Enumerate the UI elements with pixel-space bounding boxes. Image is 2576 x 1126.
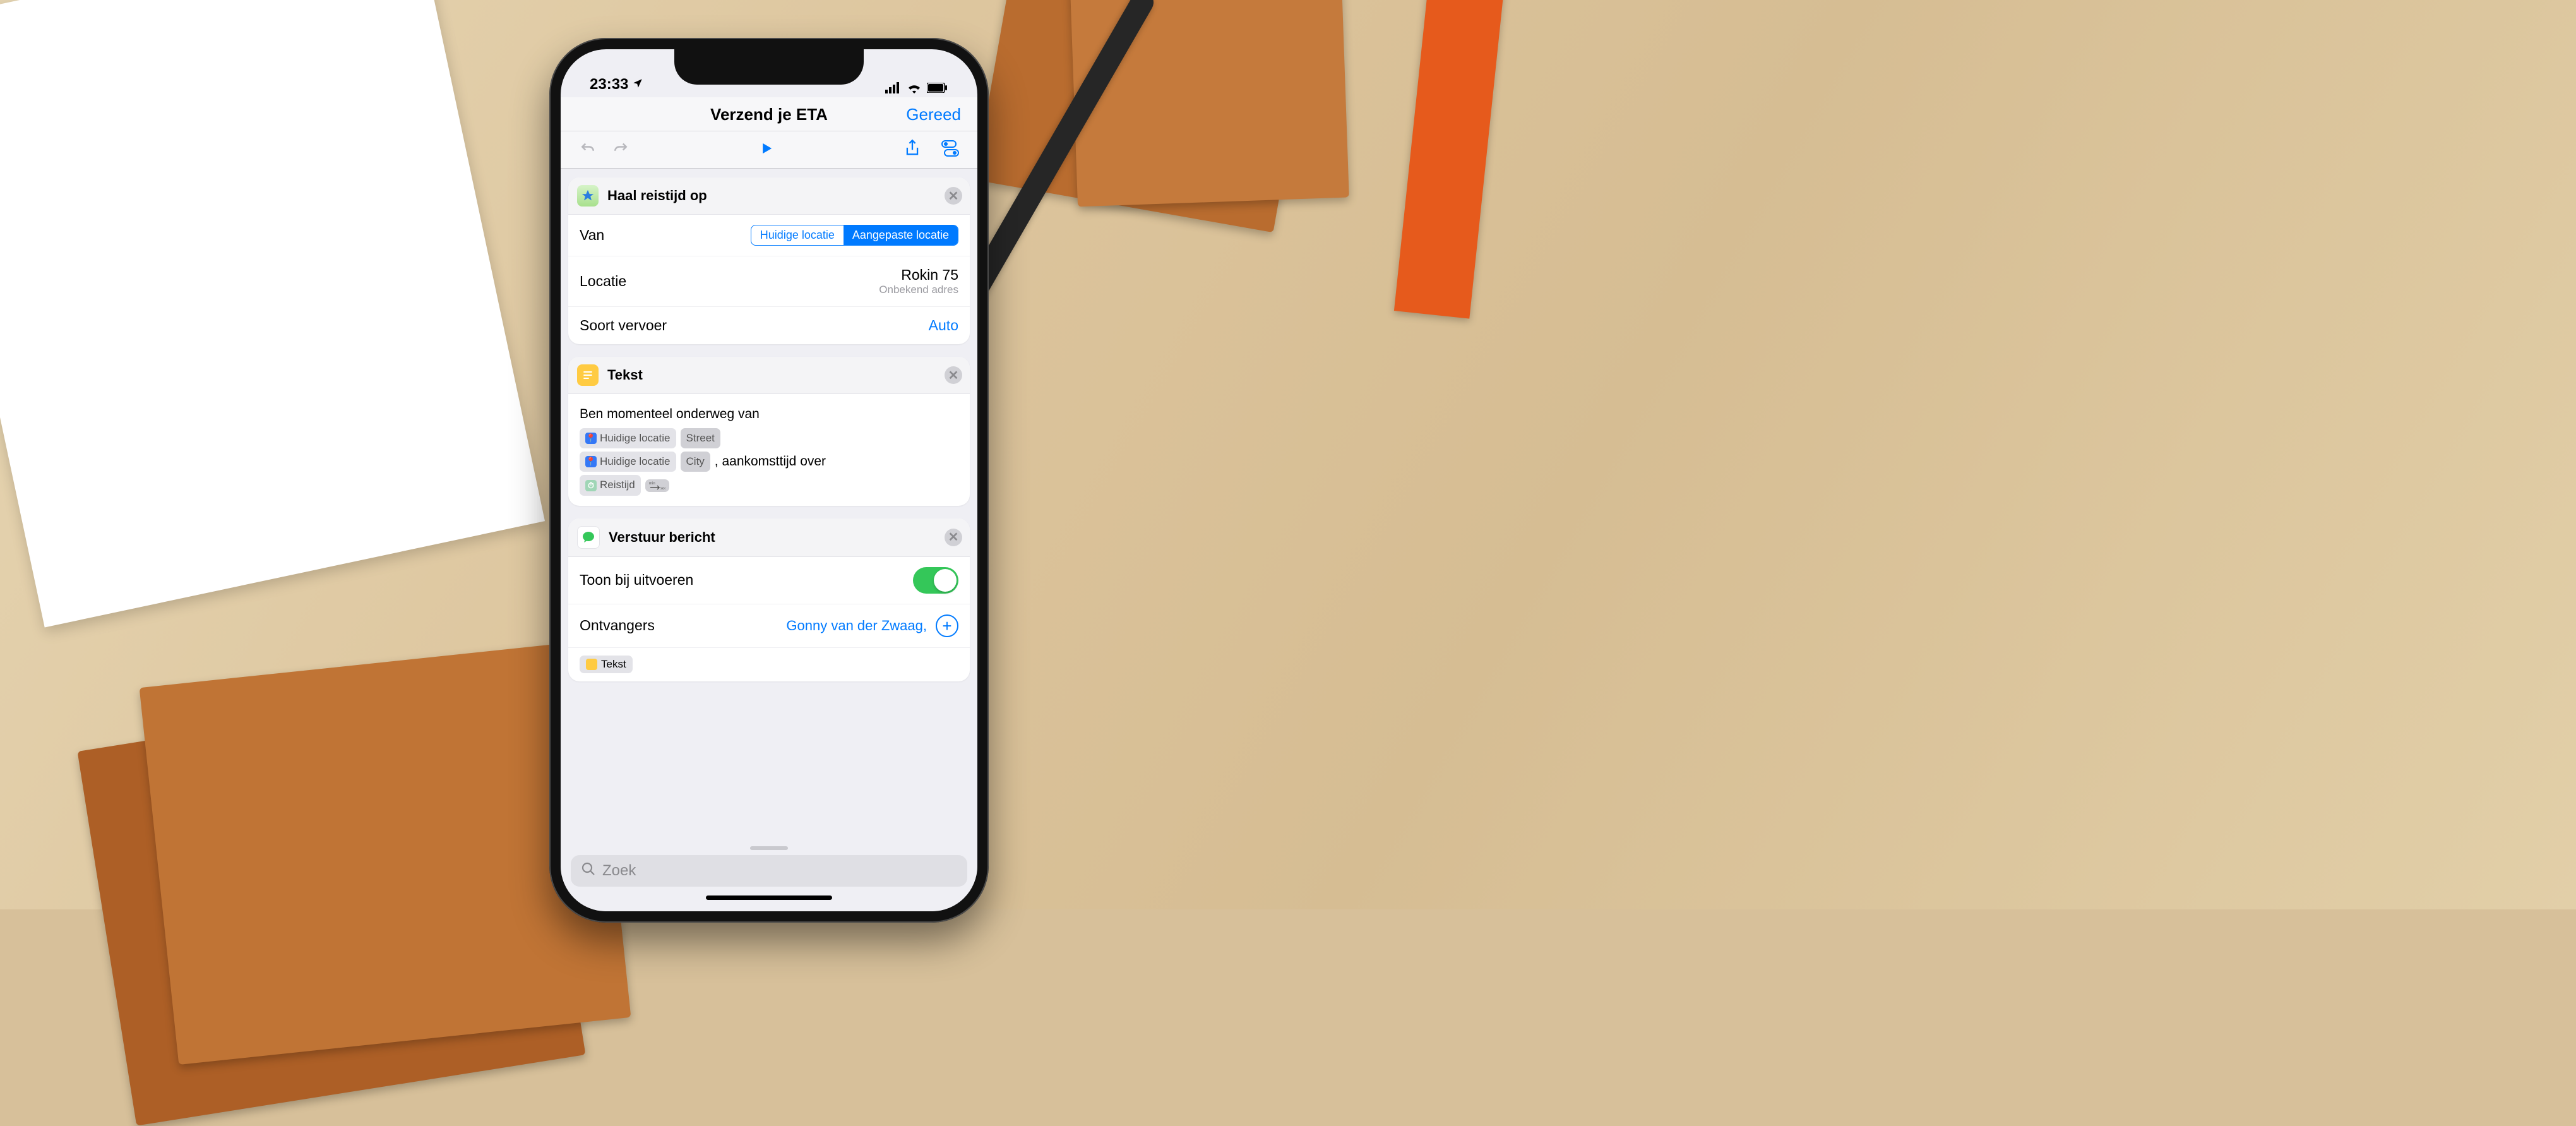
search-icon — [581, 861, 596, 881]
workflow-canvas[interactable]: Haal reistijd op ✕ Van Huidige locatie A… — [561, 169, 977, 840]
segment-custom-location[interactable]: Aangepaste locatie — [844, 225, 958, 245]
battery-icon — [927, 83, 948, 93]
iphone-frame: 23:33 Verzend je ETA Gereed — [549, 38, 989, 923]
transport-label: Soort vervoer — [580, 317, 667, 334]
card-close-button[interactable]: ✕ — [945, 529, 962, 546]
card-title: Haal reistijd op — [607, 188, 707, 204]
recipients-label: Ontvangers — [580, 617, 655, 634]
show-when-run-toggle[interactable] — [913, 567, 958, 594]
location-services-icon — [632, 76, 643, 93]
show-when-run-label: Toon bij uitvoeren — [580, 572, 693, 589]
svg-text:min: min — [649, 482, 655, 486]
card-title: Tekst — [607, 367, 643, 383]
share-button[interactable] — [902, 138, 923, 159]
search-placeholder: Zoek — [602, 862, 636, 880]
wifi-icon — [907, 82, 922, 93]
maps-icon — [577, 185, 599, 207]
home-indicator[interactable] — [706, 895, 832, 900]
text-icon — [577, 364, 599, 386]
play-button[interactable] — [756, 138, 777, 159]
background-leather — [1069, 0, 1349, 207]
message-content-variable[interactable]: Tekst — [580, 656, 633, 673]
screen: 23:33 Verzend je ETA Gereed — [561, 49, 977, 911]
text-line: Ben momenteel onderweg van — [580, 404, 958, 425]
drag-indicator[interactable] — [750, 846, 788, 850]
variable-chip-city[interactable]: City — [681, 452, 710, 472]
action-card-send-message[interactable]: Verstuur bericht ✕ Toon bij uitvoeren On… — [568, 518, 970, 681]
action-card-travel-time[interactable]: Haal reistijd op ✕ Van Huidige locatie A… — [568, 177, 970, 344]
segment-current-location[interactable]: Huidige locatie — [751, 225, 844, 245]
location-source-segmented[interactable]: Huidige locatie Aangepaste locatie — [751, 225, 958, 246]
variable-chip-current-location[interactable]: 📍Huidige locatie — [580, 428, 676, 448]
location-label: Locatie — [580, 273, 626, 290]
variable-chip-travel-time[interactable]: ⏱Reistijd — [580, 475, 641, 495]
from-label: Van — [580, 227, 604, 244]
location-value-button[interactable]: Rokin 75 Onbekend adres — [879, 267, 958, 296]
text-body[interactable]: Ben momenteel onderweg van 📍Huidige loca… — [568, 394, 970, 506]
messages-icon — [577, 526, 600, 549]
bottom-area: Zoek — [561, 840, 977, 911]
cellular-signal-icon — [885, 82, 902, 93]
card-close-button[interactable]: ✕ — [945, 366, 962, 384]
variable-chip-current-location[interactable]: 📍Huidige locatie — [580, 452, 676, 472]
action-card-text[interactable]: Tekst ✕ Ben momenteel onderweg van 📍Huid… — [568, 357, 970, 506]
add-recipient-button[interactable]: + — [936, 614, 958, 637]
variable-chip-street[interactable]: Street — [681, 428, 720, 448]
variable-chip-duration-icon[interactable]: min soon — [645, 479, 669, 492]
settings-toggle-button[interactable] — [939, 138, 961, 159]
notch — [674, 49, 864, 85]
text-fragment: , aankomsttijd over — [715, 452, 826, 472]
toolbar — [561, 131, 977, 169]
redo-button[interactable] — [610, 138, 631, 159]
card-title: Verstuur bericht — [609, 529, 715, 546]
transport-value-button[interactable]: Auto — [929, 317, 958, 334]
card-close-button[interactable]: ✕ — [945, 187, 962, 205]
recipient-chip[interactable]: Gonny van der Zwaag, — [786, 618, 927, 634]
svg-text:soon: soon — [660, 487, 665, 491]
page-title: Verzend je ETA — [710, 105, 828, 124]
status-time: 23:33 — [590, 76, 628, 93]
search-field[interactable]: Zoek — [571, 855, 967, 887]
done-button[interactable]: Gereed — [906, 105, 961, 124]
navigation-bar: Verzend je ETA Gereed — [561, 97, 977, 131]
undo-button[interactable] — [577, 138, 599, 159]
